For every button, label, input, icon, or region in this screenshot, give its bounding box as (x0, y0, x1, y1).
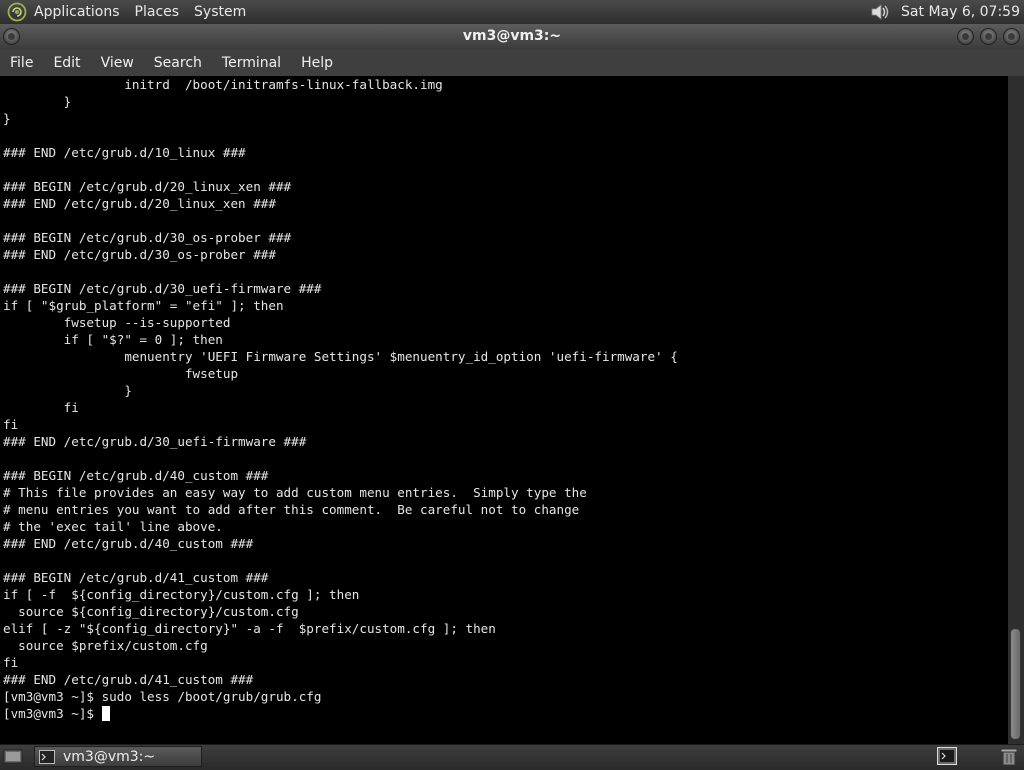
terminal-line: # the 'exec tail' line above. (3, 519, 223, 534)
terminal-line: if [ -f ${config_directory}/custom.cfg ]… (3, 587, 360, 602)
terminal-line: source ${config_directory}/custom.cfg (3, 604, 299, 619)
menu-view[interactable]: View (91, 55, 144, 71)
terminal-line: ### END /etc/grub.d/40_custom ### (3, 536, 254, 551)
terminal-line: initrd /boot/initramfs-linux-fallback.im… (3, 77, 443, 92)
volume-icon[interactable] (869, 1, 891, 23)
terminal-output[interactable]: initrd /boot/initramfs-linux-fallback.im… (0, 76, 1008, 744)
title-bar[interactable]: vm3@vm3:~ (0, 24, 1024, 49)
places-menu[interactable]: Places (135, 4, 180, 20)
system-menu[interactable]: System (194, 4, 246, 20)
scrollbar[interactable] (1008, 76, 1024, 744)
show-desktop-icon[interactable] (3, 748, 23, 765)
trash-icon[interactable] (999, 747, 1019, 766)
terminal-line: ### BEGIN /etc/grub.d/20_linux_xen ### (3, 179, 292, 194)
terminal-text: initrd /boot/initramfs-linux-fallback.im… (3, 76, 678, 722)
menu-file[interactable]: File (0, 55, 43, 71)
terminal-line: # This file provides an easy way to add … (3, 485, 587, 500)
terminal-line: [vm3@vm3 ~]$ sudo less /boot/grub/grub.c… (3, 689, 322, 704)
terminal-line: ### END /etc/grub.d/30_os-prober ### (3, 247, 276, 262)
maximize-button[interactable] (980, 28, 997, 45)
terminal-line: fi (3, 417, 19, 432)
text-cursor (101, 706, 110, 721)
terminal-line: # menu entries you want to add after thi… (3, 502, 580, 517)
terminal-icon (39, 749, 55, 764)
top-panel: Applications Places System Sat May 6, 07… (0, 0, 1024, 25)
terminal-line: fwsetup --is-supported (3, 315, 231, 330)
terminal-line: ### END /etc/grub.d/20_linux_xen ### (3, 196, 276, 211)
terminal-line: ### BEGIN /etc/grub.d/40_custom ### (3, 468, 269, 483)
terminal-line: if [ "$grub_platform" = "efi" ]; then (3, 298, 284, 313)
terminal-line: } (3, 383, 132, 398)
terminal-line: menuentry 'UEFI Firmware Settings' $menu… (3, 349, 678, 364)
menu-bar: File Edit View Search Terminal Help (0, 49, 1024, 76)
minimize-button[interactable] (957, 28, 974, 45)
taskbar-terminal-button[interactable]: vm3@vm3:~ (34, 746, 202, 767)
terminal-line: ### END /etc/grub.d/30_uefi-firmware ### (3, 434, 307, 449)
terminal-line: } (3, 94, 72, 109)
scrollbar-thumb[interactable] (1010, 628, 1021, 740)
applications-menu[interactable]: Applications (34, 4, 120, 20)
terminal-line: elif [ -z "${config_directory}" -a -f $p… (3, 621, 496, 636)
terminal-icon[interactable] (937, 747, 957, 765)
terminal-line: source $prefix/custom.cfg (3, 638, 208, 653)
terminal-window: vm3@vm3:~ File Edit View Search Terminal… (0, 24, 1024, 744)
bottom-panel: vm3@vm3:~ (0, 744, 1024, 769)
close-button[interactable] (1003, 28, 1020, 45)
menu-terminal[interactable]: Terminal (212, 55, 291, 71)
terminal-line: } (3, 111, 11, 126)
terminal-line: ### END /etc/grub.d/41_custom ### (3, 672, 254, 687)
window-title: vm3@vm3:~ (462, 28, 562, 44)
terminal-line: if [ "$?" = 0 ]; then (3, 332, 223, 347)
terminal-line: ### BEGIN /etc/grub.d/30_uefi-firmware #… (3, 281, 322, 296)
menu-help[interactable]: Help (291, 55, 343, 71)
terminal-line: ### BEGIN /etc/grub.d/30_os-prober ### (3, 230, 292, 245)
taskbar-terminal-label: vm3@vm3:~ (63, 748, 156, 765)
terminal-prompt: [vm3@vm3 ~]$ (3, 706, 102, 721)
terminal-line: fi (3, 655, 19, 670)
terminal-line: fwsetup (3, 366, 239, 381)
menu-edit[interactable]: Edit (43, 55, 90, 71)
clock[interactable]: Sat May 6, 07:59 (901, 4, 1020, 20)
menu-search[interactable]: Search (144, 55, 212, 71)
terminal-line: ### END /etc/grub.d/10_linux ### (3, 145, 246, 160)
terminal-line: ### BEGIN /etc/grub.d/41_custom ### (3, 570, 269, 585)
gnome-foot-icon[interactable] (6, 1, 28, 23)
terminal-line: fi (3, 400, 79, 415)
